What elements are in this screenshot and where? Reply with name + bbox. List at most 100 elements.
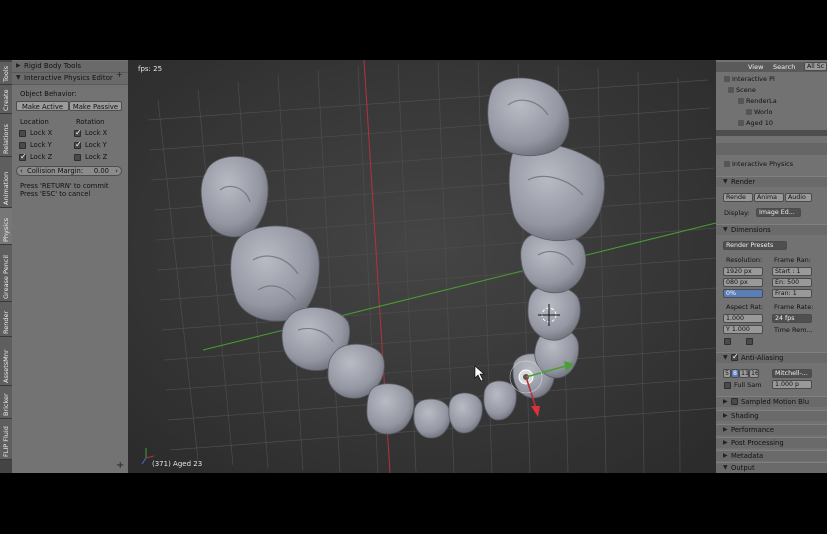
aspect-x-field[interactable]: 1.000 — [723, 314, 763, 323]
outliner-item[interactable]: Scene — [728, 86, 756, 94]
collision-margin-field[interactable]: ‹ Collision Margin: 0.00 › — [16, 166, 122, 176]
motion-blur-panel-header[interactable]: ▶ Sampled Motion Blu — [716, 396, 827, 407]
fps-readout: fps: 25 — [138, 65, 163, 73]
collapsed-triangle-icon: ▶ — [723, 398, 728, 405]
properties-tabs[interactable] — [716, 143, 827, 155]
time-remapping-label: Time Rem... — [774, 326, 813, 334]
frame-start-field[interactable]: Start : 1 — [772, 267, 812, 276]
motion-blur-checkbox[interactable] — [731, 398, 738, 405]
tab-grease-pencil[interactable]: Grease Pencil — [0, 245, 12, 302]
lock-rot-z-label: Lock Z — [85, 153, 108, 161]
frame-end-field[interactable]: En: 500 — [772, 278, 812, 287]
frame-range-label: Frame Ran: — [774, 256, 811, 264]
aspect-ratio-label: Aspect Rat: — [726, 303, 764, 311]
resolution-y-field[interactable]: 080 px — [723, 278, 763, 287]
expanded-triangle-icon: ▼ — [723, 464, 728, 471]
add-icon[interactable]: + — [116, 460, 124, 471]
outliner-item[interactable]: Aged 10 — [738, 119, 773, 127]
crop-checkbox[interactable] — [746, 338, 753, 345]
tab-assetsmnr[interactable]: AssetsMnr — [0, 337, 12, 386]
full-sample-label: Full Sam — [734, 381, 762, 389]
lock-loc-z-checkbox[interactable] — [19, 152, 27, 161]
lock-rot-z-checkbox[interactable] — [74, 154, 81, 161]
frame-step-field[interactable]: Fran: 1 — [772, 289, 812, 298]
performance-panel-header[interactable]: ▶ Performance — [716, 424, 827, 435]
hint-cancel: Press 'ESC' to cancel — [20, 190, 91, 198]
aa-samples-5[interactable]: 5 — [723, 369, 731, 378]
lock-rot-x-checkbox[interactable] — [74, 128, 82, 137]
aa-filter-dropdown[interactable]: Mitchell-... — [772, 369, 812, 378]
anti-aliasing-checkbox[interactable] — [731, 352, 739, 361]
all-scenes-dropdown[interactable]: All Sc — [804, 62, 827, 71]
outliner-search-menu[interactable]: Search — [773, 63, 795, 71]
make-passive-button[interactable]: Make Passive — [69, 101, 122, 111]
object-info: (371) Aged 23 — [152, 460, 203, 468]
rigid-body-tools-panel[interactable]: ▶ Rigid Body Tools — [12, 61, 128, 73]
display-dropdown[interactable]: Image Ed... — [756, 208, 801, 217]
scene-icon — [724, 76, 730, 82]
aa-filter-size-field[interactable]: 1.000 p — [772, 380, 812, 389]
make-active-button[interactable]: Make Active — [16, 101, 69, 111]
interactive-physics-panel[interactable]: ▼ Interactive Physics Editor — [12, 73, 128, 85]
tab-flip-fluid[interactable]: FLIP Fluid — [0, 419, 12, 460]
aspect-y-field[interactable]: Y 1.000 — [723, 325, 763, 334]
tab-render[interactable]: Render — [0, 302, 12, 337]
animation-button[interactable]: Anima — [754, 193, 784, 202]
letterbox-top — [0, 0, 827, 60]
aa-samples-8[interactable]: 8 — [731, 369, 739, 378]
post-processing-panel-header[interactable]: ▶ Post Processing — [716, 437, 827, 448]
render-button[interactable]: Rende — [723, 193, 753, 202]
right-panels: View Search All Sc Interactive Pl Scene … — [716, 60, 827, 474]
tab-relations[interactable]: Relations — [0, 114, 12, 157]
lock-rot-y-label: Lock Y — [85, 141, 107, 149]
frame-rate-dropdown[interactable]: 24 fps — [772, 314, 812, 323]
aa-samples-16[interactable]: 16 — [749, 369, 759, 378]
lock-loc-y-label: Lock Y — [30, 141, 52, 149]
collapsed-triangle-icon: ▶ — [16, 62, 21, 69]
lock-loc-x-checkbox[interactable] — [19, 130, 26, 137]
dimensions-panel-header[interactable]: ▼ Dimensions — [716, 224, 827, 235]
object-behavior-label: Object Behavior: — [20, 90, 77, 98]
anti-aliasing-panel-header[interactable]: ▼ Anti-Aliasing — [716, 352, 827, 363]
tab-tools[interactable]: Tools — [0, 62, 12, 85]
resolution-x-field[interactable]: 1920 px — [723, 267, 763, 276]
letterbox-bottom — [0, 473, 827, 534]
viewport-scene — [128, 60, 716, 473]
expanded-triangle-icon: ▼ — [723, 178, 728, 185]
collapsed-triangle-icon: ▶ — [723, 412, 728, 419]
decrement-arrow-icon: ‹ — [20, 167, 23, 175]
tool-shelf: ▶ Rigid Body Tools ▼ Interactive Physics… — [12, 60, 128, 473]
outliner-item[interactable]: Worlo — [746, 108, 772, 116]
object-icon — [738, 120, 744, 126]
frame-rate-label: Frame Rate: — [774, 303, 814, 311]
border-checkbox[interactable] — [724, 338, 731, 345]
shading-panel-header[interactable]: ▶ Shading — [716, 410, 827, 421]
metadata-panel-header[interactable]: ▶ Metadata — [716, 450, 827, 461]
tab-create[interactable]: Create — [0, 85, 12, 114]
expand-plus-icon[interactable]: + — [116, 70, 123, 79]
hint-commit: Press 'RETURN' to commit — [20, 182, 109, 190]
display-label: Display: — [724, 209, 750, 217]
tab-animation[interactable]: Animation — [0, 157, 12, 208]
camera-icon — [724, 161, 730, 167]
resolution-percent-slider[interactable]: 0% — [723, 289, 763, 298]
full-sample-checkbox[interactable] — [724, 382, 731, 389]
outliner-item[interactable]: RenderLa — [738, 97, 777, 105]
outliner-scrollbar[interactable] — [716, 130, 827, 136]
collapsed-triangle-icon: ▶ — [723, 426, 728, 433]
lock-loc-y-checkbox[interactable] — [19, 142, 26, 149]
aa-samples-11[interactable]: 11 — [739, 369, 749, 378]
3d-viewport[interactable]: fps: 25 (371) Aged 23 — [128, 60, 716, 473]
render-presets-dropdown[interactable]: Render Presets — [723, 241, 787, 250]
increment-arrow-icon: › — [115, 167, 118, 175]
outliner-item[interactable]: Interactive Pl — [724, 75, 775, 83]
lock-rot-y-checkbox[interactable] — [74, 140, 82, 149]
render-panel-header[interactable]: ▼ Render — [716, 176, 827, 187]
tab-bricker[interactable]: Bricker — [0, 386, 12, 419]
rotation-label: Rotation — [76, 118, 105, 126]
tab-physics[interactable]: Physics — [0, 208, 12, 245]
audio-button[interactable]: Audio — [785, 193, 812, 202]
render-layers-icon — [738, 98, 744, 104]
properties-context: Interactive Physics — [724, 160, 793, 168]
outliner-view-menu[interactable]: View — [748, 63, 763, 71]
